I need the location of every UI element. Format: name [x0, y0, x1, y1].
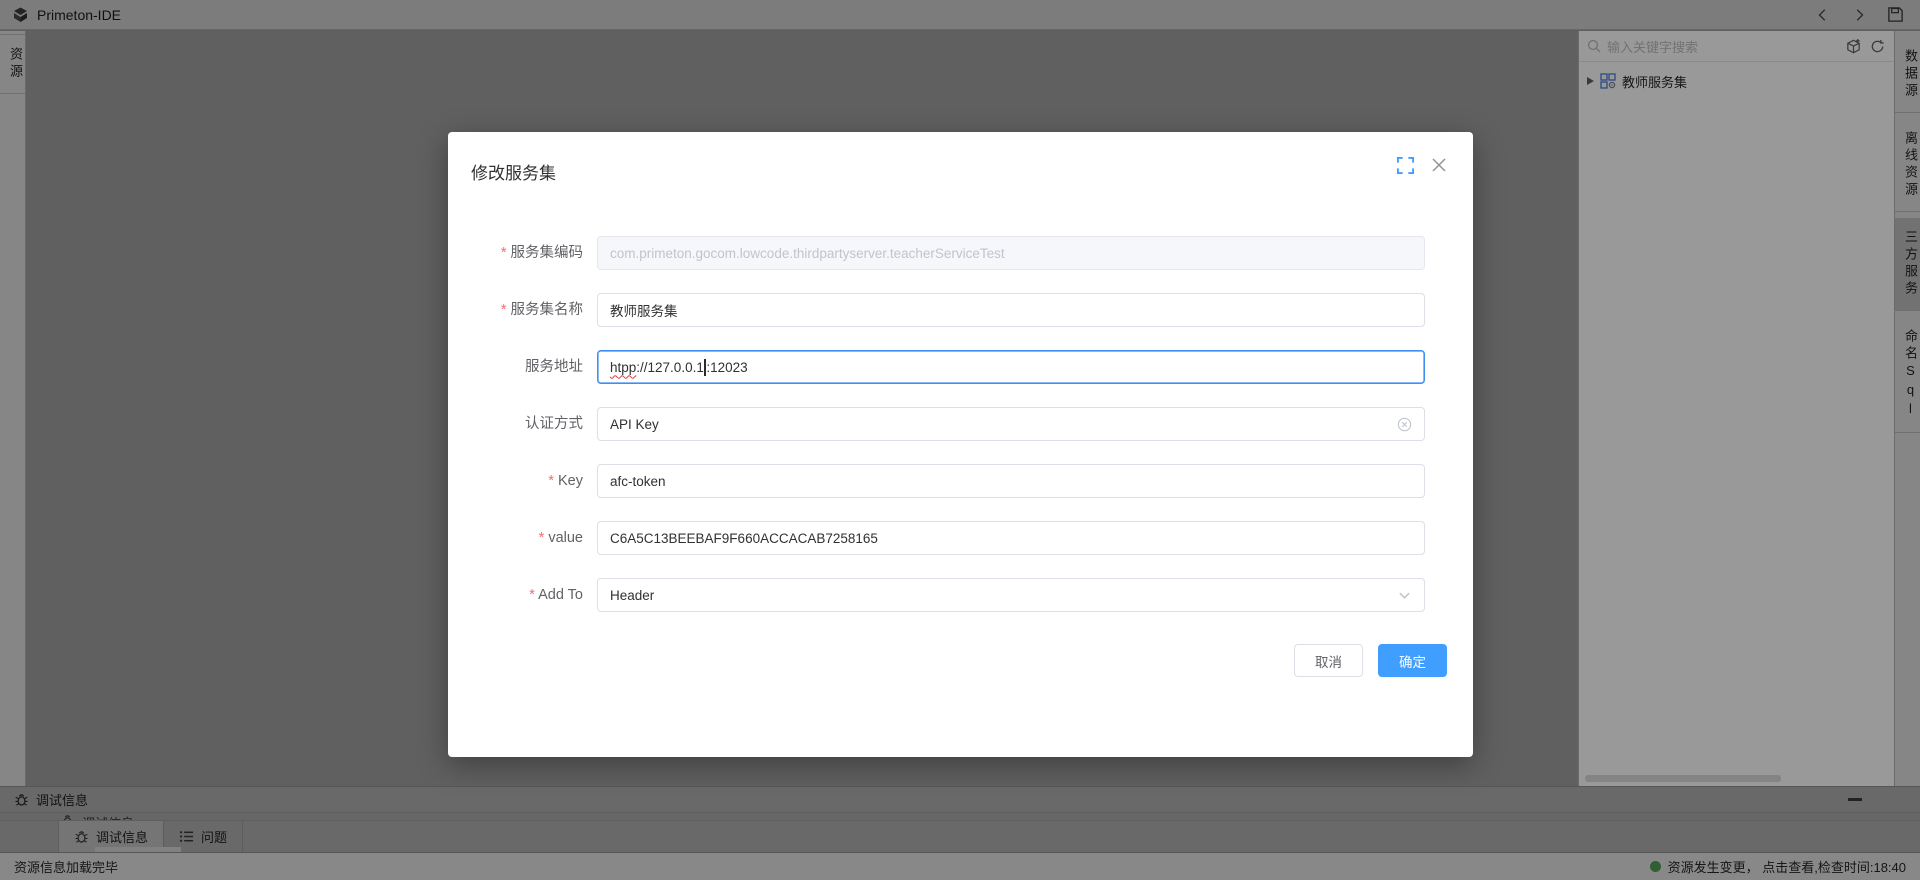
add-to-select[interactable]: Header	[597, 578, 1425, 612]
field-key: Key	[448, 464, 1473, 498]
address-text: ://127.0.0.1	[636, 360, 704, 375]
auth-type-select[interactable]: API Key	[597, 407, 1425, 441]
field-auth-type: 认证方式 API Key	[448, 407, 1473, 441]
field-label: 认证方式	[448, 407, 597, 441]
service-address-input[interactable]: htpp://127.0.0.1:12023	[597, 350, 1425, 384]
dialog-form: 服务集编码 服务集名称 服务地址 htpp://127.0.0.1:12023 …	[448, 236, 1473, 635]
field-label: 服务地址	[448, 350, 597, 384]
key-input[interactable]	[597, 464, 1425, 498]
add-to-value: Header	[610, 588, 1396, 603]
value-input[interactable]	[597, 521, 1425, 555]
dialog-title: 修改服务集	[471, 159, 556, 184]
close-icon[interactable]	[1427, 153, 1451, 177]
field-service-set-name: 服务集名称	[448, 293, 1473, 327]
misspelled-text: htpp	[610, 360, 636, 375]
address-text-after: :12023	[706, 360, 747, 375]
edit-service-set-dialog: 修改服务集 服务集编码 服务集名称 服务地址 htpp://127.0.0.1:…	[448, 132, 1473, 757]
auth-type-value: API Key	[610, 417, 1396, 432]
field-add-to: Add To Header	[448, 578, 1473, 612]
clear-icon[interactable]	[1396, 416, 1412, 432]
field-value: value	[448, 521, 1473, 555]
field-label: value	[448, 521, 597, 555]
service-set-name-input[interactable]	[597, 293, 1425, 327]
cancel-button[interactable]: 取消	[1294, 644, 1363, 677]
field-label: Add To	[448, 578, 597, 612]
field-label: 服务集名称	[448, 293, 597, 327]
field-service-address: 服务地址 htpp://127.0.0.1:12023	[448, 350, 1473, 384]
service-set-code-input	[597, 236, 1425, 270]
dialog-buttons: 取消 确定	[1294, 644, 1447, 677]
fullscreen-icon[interactable]	[1396, 156, 1416, 176]
field-service-set-code: 服务集编码	[448, 236, 1473, 270]
field-label: Key	[448, 464, 597, 498]
ok-button[interactable]: 确定	[1378, 644, 1447, 677]
field-label: 服务集编码	[448, 236, 597, 270]
chevron-down-icon	[1396, 587, 1412, 603]
